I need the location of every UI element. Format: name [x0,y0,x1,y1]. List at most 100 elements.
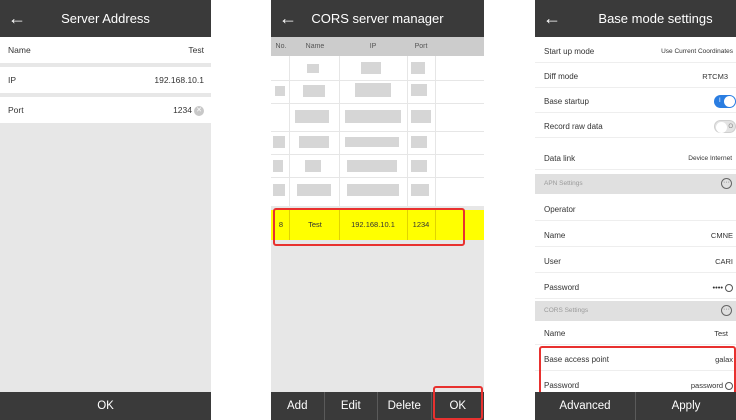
user-value: CARI [715,257,733,266]
name-row[interactable]: Name Test [0,37,211,63]
blurred-cell [307,64,319,73]
row-divider [271,154,484,155]
diff-mode-label: Diff mode [544,72,579,81]
cors-manager-screen: ← CORS server manager No. Name IP Port 8… [271,0,484,420]
delete-button[interactable]: Delete [377,392,431,420]
apply-button[interactable]: Apply [635,392,736,420]
bottom-bar: Advanced Apply [535,392,736,420]
base-startup-label: Base startup [544,97,589,106]
blurred-cell [305,160,321,172]
base-startup-toggle[interactable]: I [714,95,736,108]
apn-name-row[interactable]: Name CMNE [535,224,736,247]
page-title: Base mode settings [598,11,713,26]
blurred-cell [355,83,391,97]
row-divider [271,131,484,132]
data-link-label: Data link [544,154,576,163]
cors-settings-section: CORS Settings ··· [535,301,736,321]
data-link-row[interactable]: Data link Device Internet [535,147,736,170]
record-raw-data-toggle[interactable]: O [714,120,736,133]
highlight-box [433,386,483,420]
diff-mode-row[interactable]: Diff mode RTCM3 [535,65,736,88]
back-arrow-icon[interactable]: ← [543,8,561,28]
edit-button[interactable]: Edit [323,392,378,420]
base-startup-row: Base startup I [535,90,736,113]
operator-label: Operator [544,205,576,214]
name-value: Test [188,45,204,55]
record-raw-data-row: Record raw data O [535,115,736,138]
base-mode-settings-screen: ← Base mode settings Start up mode Use C… [535,0,736,420]
eye-icon[interactable] [725,284,733,293]
column-header-port: Port [414,43,428,50]
blurred-cell [273,136,285,148]
port-row[interactable]: Port 1234 ✕ [0,97,211,123]
ok-button[interactable]: OK [0,392,211,420]
port-label: Port [8,105,24,115]
blurred-cell [299,136,329,148]
blurred-cell [411,136,427,148]
blurred-cell [295,110,329,123]
title-bar: ← CORS server manager [271,0,484,37]
start-up-mode-row[interactable]: Start up mode Use Current Coordinates [535,40,736,63]
highlight-box [273,208,465,246]
blurred-cell [345,110,401,123]
blurred-cell [273,184,285,196]
blurred-cell [411,184,429,196]
blurred-cell [347,160,397,172]
apn-password-label: Password [544,283,580,292]
blurred-cell [273,160,283,172]
blurred-cell [411,84,427,96]
column-header-name: Name [305,43,325,50]
page-title: CORS server manager [311,11,444,26]
data-link-value: Device Internet [688,155,732,162]
page-title: Server Address [61,11,150,26]
blurred-cell [347,184,399,196]
user-label: User [544,257,561,266]
port-value: 1234 [173,105,192,115]
more-options-icon[interactable]: ··· [721,305,732,316]
title-bar: ← Base mode settings [535,0,736,37]
row-divider [271,103,484,104]
advanced-button[interactable]: Advanced [535,392,635,420]
blurred-cell [411,160,427,172]
diff-mode-value: RTCM3 [702,72,728,81]
blurred-cell [345,137,399,147]
server-table [271,56,484,206]
bottom-bar: OK [0,392,211,420]
apn-settings-header: APN Settings [544,180,583,187]
cors-name-value: Test [714,329,728,338]
server-address-screen: ← Server Address Name Test IP 192.168.10… [0,0,211,420]
cors-name-row[interactable]: Name Test [535,322,736,345]
operator-row[interactable]: Operator [535,198,736,221]
blurred-cell [275,86,285,96]
column-header-ip: IP [369,43,377,50]
add-button[interactable]: Add [271,392,324,420]
ip-row[interactable]: IP 192.168.10.1 [0,67,211,93]
clear-icon[interactable]: ✕ [194,105,204,116]
ip-value: 192.168.10.1 [154,75,204,85]
blurred-cell [411,62,425,74]
name-label: Name [8,45,31,55]
blurred-cell [297,184,331,196]
more-options-icon[interactable]: ··· [721,178,732,189]
blurred-cell [361,62,381,74]
port-field[interactable]: 1234 ✕ [173,105,204,116]
apn-password-row[interactable]: Password •••• [535,276,736,299]
user-row[interactable]: User CARI [535,250,736,273]
apn-settings-section: APN Settings ··· [535,174,736,194]
highlight-box [539,346,736,398]
row-divider [271,80,484,81]
apn-password-value: •••• [712,283,723,292]
title-bar: ← Server Address [0,0,211,37]
apn-password-field[interactable]: •••• [712,283,733,293]
start-up-mode-value: Use Current Coordinates [661,48,733,55]
cors-name-label: Name [544,329,566,338]
table-header: No. Name IP Port [271,37,484,56]
ip-label: IP [8,75,17,85]
row-divider [271,177,484,178]
apn-name-value: CMNE [710,231,733,240]
start-up-mode-label: Start up mode [544,47,595,56]
apn-name-label: Name [544,231,566,240]
column-header-no: No. [275,43,287,50]
cors-settings-header: CORS Settings [544,307,589,314]
record-raw-data-label: Record raw data [544,122,603,131]
